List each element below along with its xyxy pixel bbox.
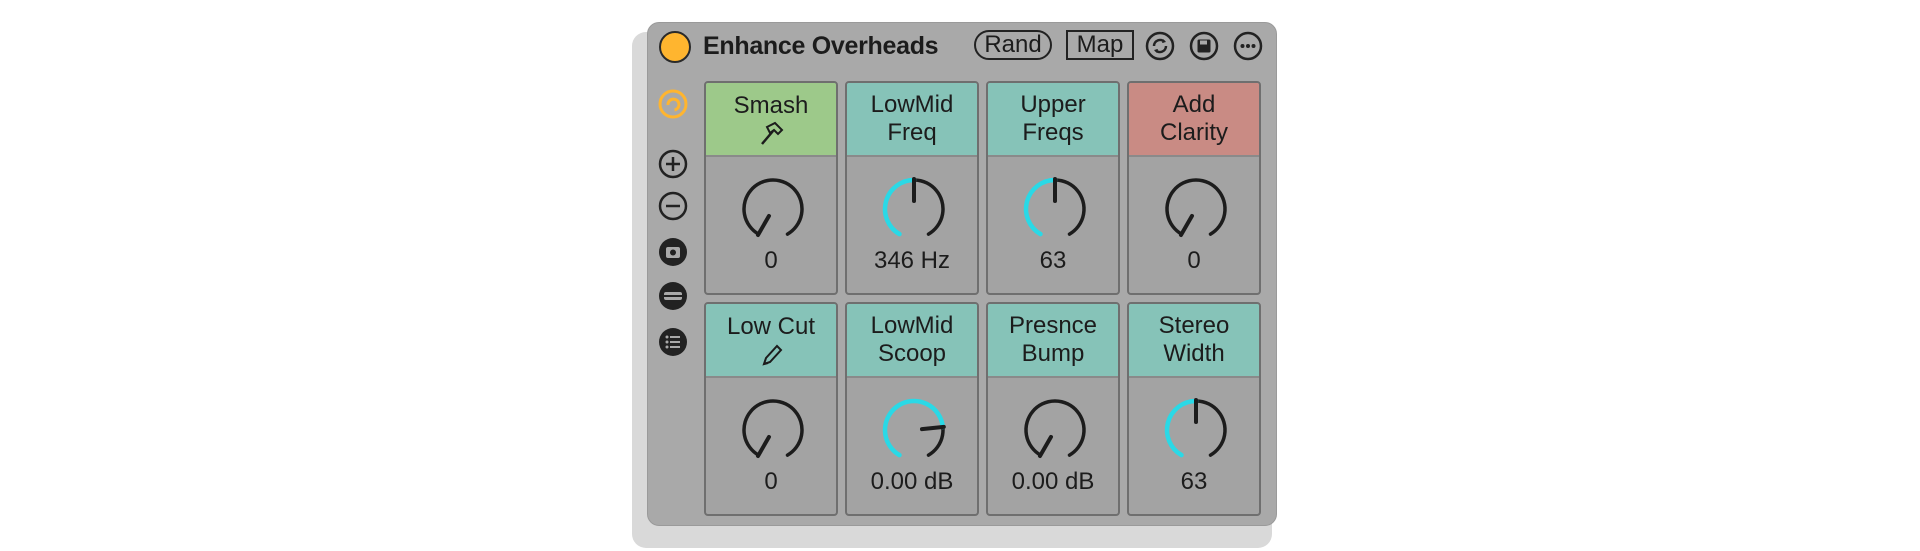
- macro-knob[interactable]: [1019, 394, 1091, 466]
- macro-label[interactable]: LowMid Freq: [847, 83, 977, 157]
- macro-cell[interactable]: Stereo Width 63: [1127, 302, 1261, 516]
- rack-sidebar: [648, 67, 692, 527]
- macro-knob[interactable]: [1160, 394, 1232, 466]
- macro-cell[interactable]: Smash 0: [704, 81, 838, 295]
- macro-knob[interactable]: [737, 394, 809, 466]
- macro-label[interactable]: Smash: [706, 83, 836, 157]
- macro-value: 0: [764, 468, 778, 495]
- device-power-button[interactable]: [659, 31, 691, 63]
- macro-label-line2: Freqs: [1022, 119, 1084, 146]
- macro-knob[interactable]: [737, 173, 809, 245]
- macro-label-line2: Width: [1163, 340, 1225, 367]
- hot-swap-refresh-icon[interactable]: [1145, 31, 1175, 61]
- macro-bar-icon[interactable]: [658, 281, 688, 311]
- more-options-icon[interactable]: [1233, 31, 1263, 61]
- list-icon[interactable]: [658, 327, 688, 357]
- macro-cell[interactable]: Low Cut 0: [704, 302, 838, 516]
- title-bar: Enhance Overheads Rand Map: [648, 23, 1278, 67]
- add-variation-icon[interactable]: [658, 149, 688, 179]
- macro-value: 63: [1180, 468, 1208, 495]
- macro-value: 0.00 dB: [1011, 468, 1095, 495]
- macro-cell[interactable]: LowMid Freq 346 Hz: [845, 81, 979, 295]
- rack-device: Enhance Overheads Rand Map Smash 0 LowMi…: [647, 22, 1277, 526]
- hot-swap-icon[interactable]: [658, 89, 688, 119]
- remove-variation-icon[interactable]: [658, 191, 688, 221]
- macro-label[interactable]: Add Clarity: [1129, 83, 1259, 157]
- macro-label[interactable]: Stereo Width: [1129, 304, 1259, 378]
- macro-label-line2: Clarity: [1159, 119, 1228, 146]
- macro-cell[interactable]: Add Clarity 0: [1127, 81, 1261, 295]
- macro-label-line1: Upper: [1020, 91, 1086, 118]
- macro-label[interactable]: LowMid Scoop: [847, 304, 977, 378]
- macro-value: 0: [1187, 247, 1201, 274]
- macro-value: 346 Hz: [873, 247, 951, 274]
- macro-cell[interactable]: LowMid Scoop 0.00 dB: [845, 302, 979, 516]
- macro-knob[interactable]: [1160, 173, 1232, 245]
- map-button[interactable]: Map: [1066, 30, 1134, 60]
- macro-cell[interactable]: Presnce Bump 0.00 dB: [986, 302, 1120, 516]
- macro-label[interactable]: Low Cut: [706, 304, 836, 378]
- macro-label[interactable]: Presnce Bump: [988, 304, 1118, 378]
- macro-label-line2: Freq: [887, 119, 937, 146]
- macro-label-line1: Smash: [733, 92, 809, 119]
- macro-knob[interactable]: [878, 173, 950, 245]
- macro-label-line1: Low Cut: [726, 313, 816, 340]
- macro-value: 0: [764, 247, 778, 274]
- macro-label-line1: Add: [1172, 91, 1216, 118]
- device-title[interactable]: Enhance Overheads: [703, 32, 939, 61]
- hammer-icon: [756, 120, 786, 146]
- macro-label-line1: LowMid: [870, 312, 954, 339]
- macro-value: 0.00 dB: [870, 468, 954, 495]
- macro-label-line1: LowMid: [870, 91, 954, 118]
- macro-label-line2: Bump: [1021, 340, 1085, 367]
- macro-value: 63: [1039, 247, 1067, 274]
- pencil-icon: [756, 341, 786, 367]
- camera-icon[interactable]: [658, 237, 688, 267]
- save-preset-icon[interactable]: [1189, 31, 1219, 61]
- macro-label-line1: Stereo: [1158, 312, 1230, 339]
- macro-label[interactable]: Upper Freqs: [988, 83, 1118, 157]
- macro-label-line2: Scoop: [877, 340, 947, 367]
- macro-knob[interactable]: [878, 394, 950, 466]
- rand-button[interactable]: Rand: [974, 30, 1052, 60]
- macro-knob[interactable]: [1019, 173, 1091, 245]
- macro-label-line1: Presnce: [1008, 312, 1098, 339]
- macro-cell[interactable]: Upper Freqs 63: [986, 81, 1120, 295]
